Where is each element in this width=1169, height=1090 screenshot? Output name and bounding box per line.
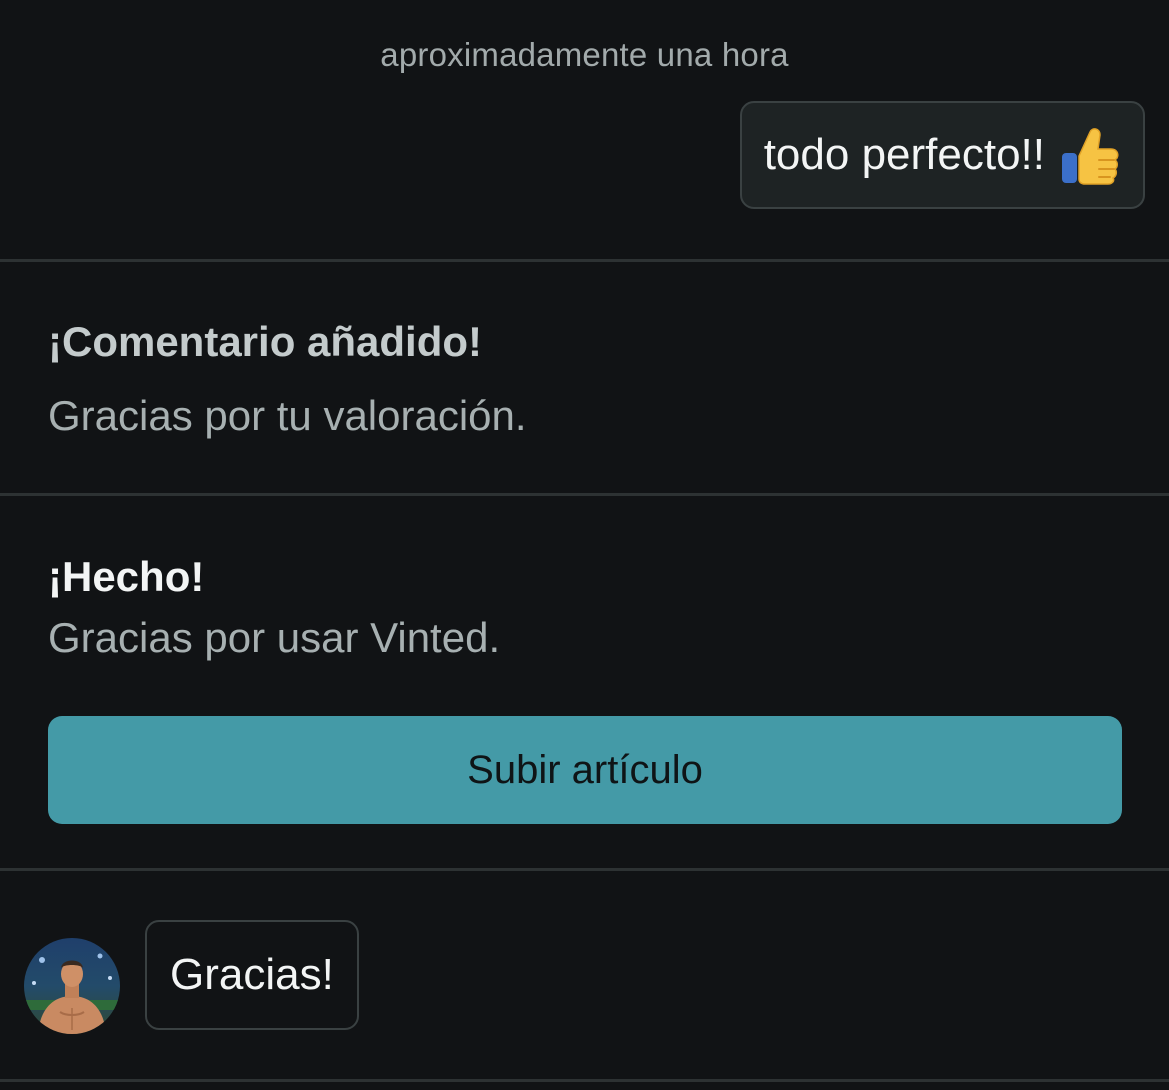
incoming-message-bubble[interactable]: Gracias!: [145, 920, 359, 1030]
incoming-message-text: Gracias!: [170, 950, 334, 999]
feedback-thanks-text: Gracias por tu valoración.: [48, 392, 527, 439]
message-timestamp: aproximadamente una hora: [380, 36, 789, 73]
divider: [0, 1079, 1169, 1082]
avatar[interactable]: [24, 938, 120, 1034]
feedback-added-title: ¡Comentario añadido!: [48, 318, 483, 365]
divider: [0, 493, 1169, 496]
done-title: ¡Hecho!: [48, 553, 205, 600]
done-thanks-text: Gracias por usar Vinted.: [48, 614, 501, 661]
outgoing-message-bubble[interactable]: todo perfecto!!: [739, 101, 1145, 209]
outgoing-message-text: todo perfecto!!: [763, 130, 1045, 179]
divider: [0, 259, 1169, 262]
thumbs-up-icon: [1059, 123, 1121, 187]
divider: [0, 868, 1169, 871]
upload-item-button[interactable]: Subir artículo: [48, 716, 1122, 824]
